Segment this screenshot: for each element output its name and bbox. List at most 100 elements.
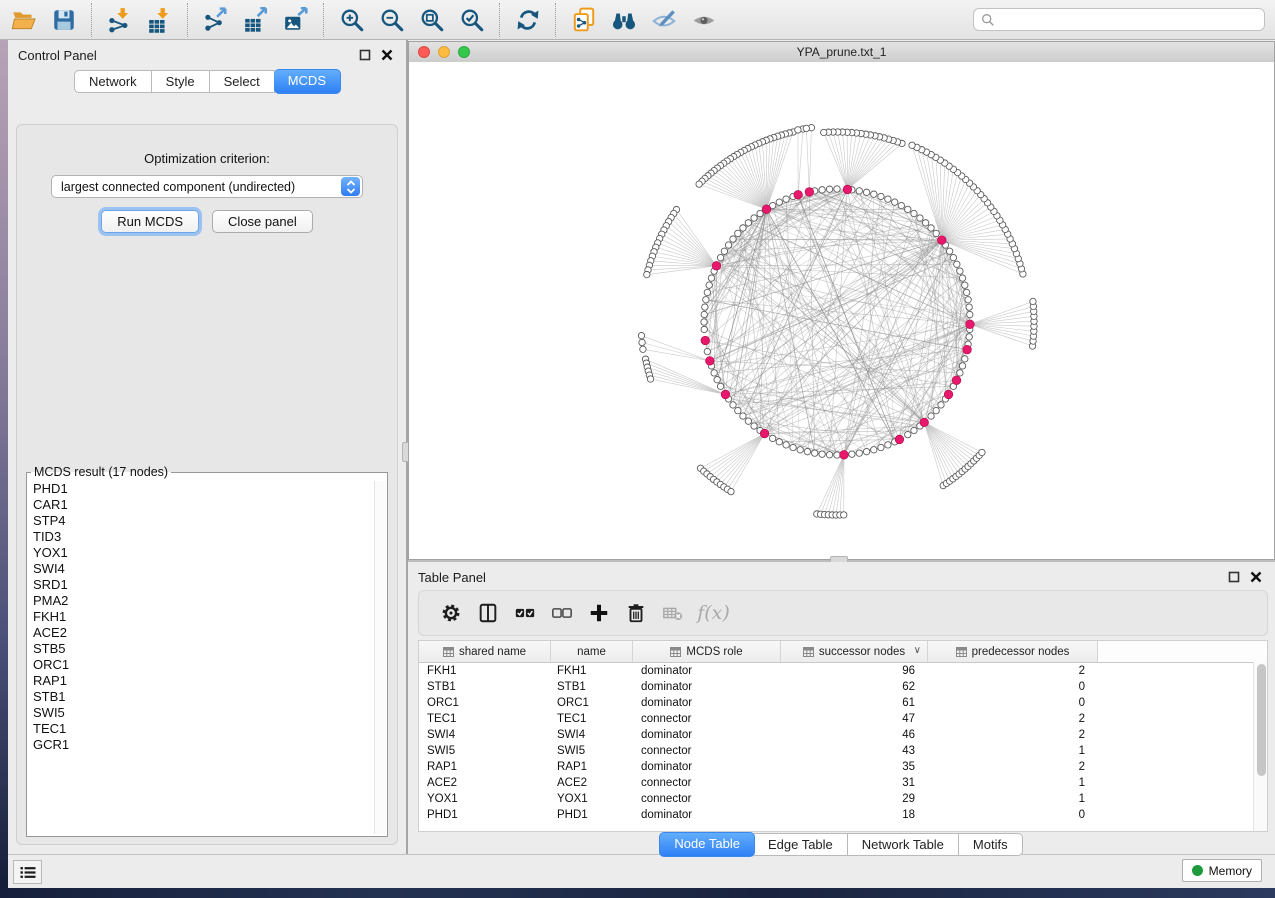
graph-hub-node[interactable]: [706, 357, 715, 366]
close-panel-button-mcds[interactable]: Close panel: [212, 210, 313, 233]
graph-leaf-node[interactable]: [1030, 298, 1036, 304]
graph-node[interactable]: [704, 289, 710, 295]
graph-node[interactable]: [819, 451, 825, 457]
graph-node[interactable]: [826, 452, 832, 458]
tab-node-table[interactable]: Node Table: [659, 832, 755, 857]
graph-node[interactable]: [922, 220, 928, 226]
table-row[interactable]: SWI4SWI4dominator462: [419, 727, 1267, 743]
graph-node[interactable]: [871, 191, 877, 197]
show-columns-button[interactable]: [469, 595, 506, 631]
graph-node[interactable]: [769, 435, 775, 441]
graph-node[interactable]: [957, 370, 963, 376]
graph-node[interactable]: [751, 215, 757, 221]
graph-hub-node[interactable]: [794, 191, 803, 200]
export-image-button[interactable]: [276, 2, 316, 38]
graph-node[interactable]: [917, 215, 923, 221]
graph-hub-node[interactable]: [952, 376, 961, 385]
graph-node[interactable]: [878, 444, 884, 450]
graph-leaf-node[interactable]: [728, 488, 734, 494]
graph-node[interactable]: [776, 439, 782, 445]
mcds-result-item[interactable]: PMA2: [27, 593, 374, 609]
graph-node[interactable]: [812, 450, 818, 456]
graph-node[interactable]: [740, 413, 746, 419]
graph-node[interactable]: [703, 297, 709, 303]
graph-node[interactable]: [885, 196, 891, 202]
column-header-predecessor-nodes[interactable]: predecessor nodes: [928, 641, 1098, 662]
table-settings-button[interactable]: [432, 595, 469, 631]
graph-node[interactable]: [905, 431, 911, 437]
graph-node[interactable]: [730, 236, 736, 242]
graph-node[interactable]: [905, 206, 911, 212]
mcds-result-item[interactable]: ORC1: [27, 657, 374, 673]
graph-node[interactable]: [966, 334, 972, 340]
graph-node[interactable]: [701, 319, 707, 325]
graph-node[interactable]: [928, 225, 934, 231]
graph-hub-node[interactable]: [712, 261, 721, 270]
table-row[interactable]: YOX1YOX1connector291: [419, 791, 1267, 807]
column-header-MCDS-role[interactable]: MCDS role: [633, 641, 781, 662]
graph-leaf-node[interactable]: [640, 346, 646, 352]
graph-node[interactable]: [704, 348, 710, 354]
tab-network[interactable]: Network: [74, 70, 152, 93]
graph-hub-node[interactable]: [805, 188, 814, 197]
tab-style[interactable]: Style: [152, 70, 210, 93]
graph-node[interactable]: [963, 289, 969, 295]
table-row[interactable]: ORC1ORC1dominator610: [419, 695, 1267, 711]
graph-node[interactable]: [933, 230, 939, 236]
graph-leaf-node[interactable]: [647, 376, 653, 382]
graph-node[interactable]: [701, 326, 707, 332]
mcds-result-item[interactable]: STB5: [27, 641, 374, 657]
graph-hub-node[interactable]: [701, 336, 710, 345]
graph-node[interactable]: [856, 188, 862, 194]
graph-node[interactable]: [725, 242, 731, 248]
graph-node[interactable]: [776, 199, 782, 205]
network-window-titlebar[interactable]: YPA_prune.txt_1: [409, 42, 1274, 63]
graph-node[interactable]: [957, 268, 963, 274]
graph-node[interactable]: [962, 282, 968, 288]
graph-node[interactable]: [933, 407, 939, 413]
table-row[interactable]: PHD1PHD1dominator180: [419, 807, 1267, 823]
mcds-result-item[interactable]: SWI5: [27, 705, 374, 721]
clone-network-button[interactable]: [564, 2, 604, 38]
task-history-button[interactable]: [13, 860, 42, 884]
zoom-selected-button[interactable]: [452, 2, 492, 38]
network-canvas[interactable]: [409, 62, 1274, 559]
mcds-result-item[interactable]: STB1: [27, 689, 374, 705]
mcds-list-scrollbar[interactable]: [374, 481, 386, 834]
graph-node[interactable]: [946, 248, 952, 254]
graph-hub-node[interactable]: [938, 236, 947, 245]
graph-hub-node[interactable]: [840, 451, 849, 460]
refresh-button[interactable]: [508, 2, 548, 38]
graph-node[interactable]: [751, 423, 757, 429]
tab-edge-table[interactable]: Edge Table: [754, 833, 848, 856]
mcds-result-item[interactable]: TEC1: [27, 721, 374, 737]
graph-hub-node[interactable]: [944, 390, 953, 399]
table-row[interactable]: FKH1FKH1dominator962: [419, 663, 1267, 679]
zoom-fit-button[interactable]: [412, 2, 452, 38]
graph-node[interactable]: [967, 311, 973, 317]
tab-select[interactable]: Select: [210, 70, 275, 93]
tab-motifs[interactable]: Motifs: [959, 833, 1023, 856]
graph-node[interactable]: [804, 448, 810, 454]
export-table-button[interactable]: [236, 2, 276, 38]
table-row[interactable]: TEC1TEC1connector472: [419, 711, 1267, 727]
criterion-select[interactable]: largest connected component (undirected): [51, 175, 363, 198]
graph-leaf-node[interactable]: [639, 339, 645, 345]
graph-node[interactable]: [856, 450, 862, 456]
graph-node[interactable]: [871, 447, 877, 453]
function-builder-button-disabled[interactable]: f(x): [691, 595, 732, 631]
float-table-panel-button[interactable]: [1225, 569, 1243, 585]
graph-node[interactable]: [757, 210, 763, 216]
zoom-in-button[interactable]: [332, 2, 372, 38]
graph-hub-node[interactable]: [963, 345, 972, 354]
graph-leaf-node[interactable]: [803, 125, 809, 131]
deselect-all-columns-button[interactable]: [543, 595, 580, 631]
graph-hub-node[interactable]: [966, 320, 975, 329]
graph-node[interactable]: [911, 427, 917, 433]
mcds-result-item[interactable]: STP4: [27, 513, 374, 529]
mcds-result-item[interactable]: RAP1: [27, 673, 374, 689]
graph-node[interactable]: [834, 452, 840, 458]
graph-hub-node[interactable]: [895, 435, 904, 444]
graph-hub-node[interactable]: [762, 205, 771, 214]
graph-node[interactable]: [966, 304, 972, 310]
